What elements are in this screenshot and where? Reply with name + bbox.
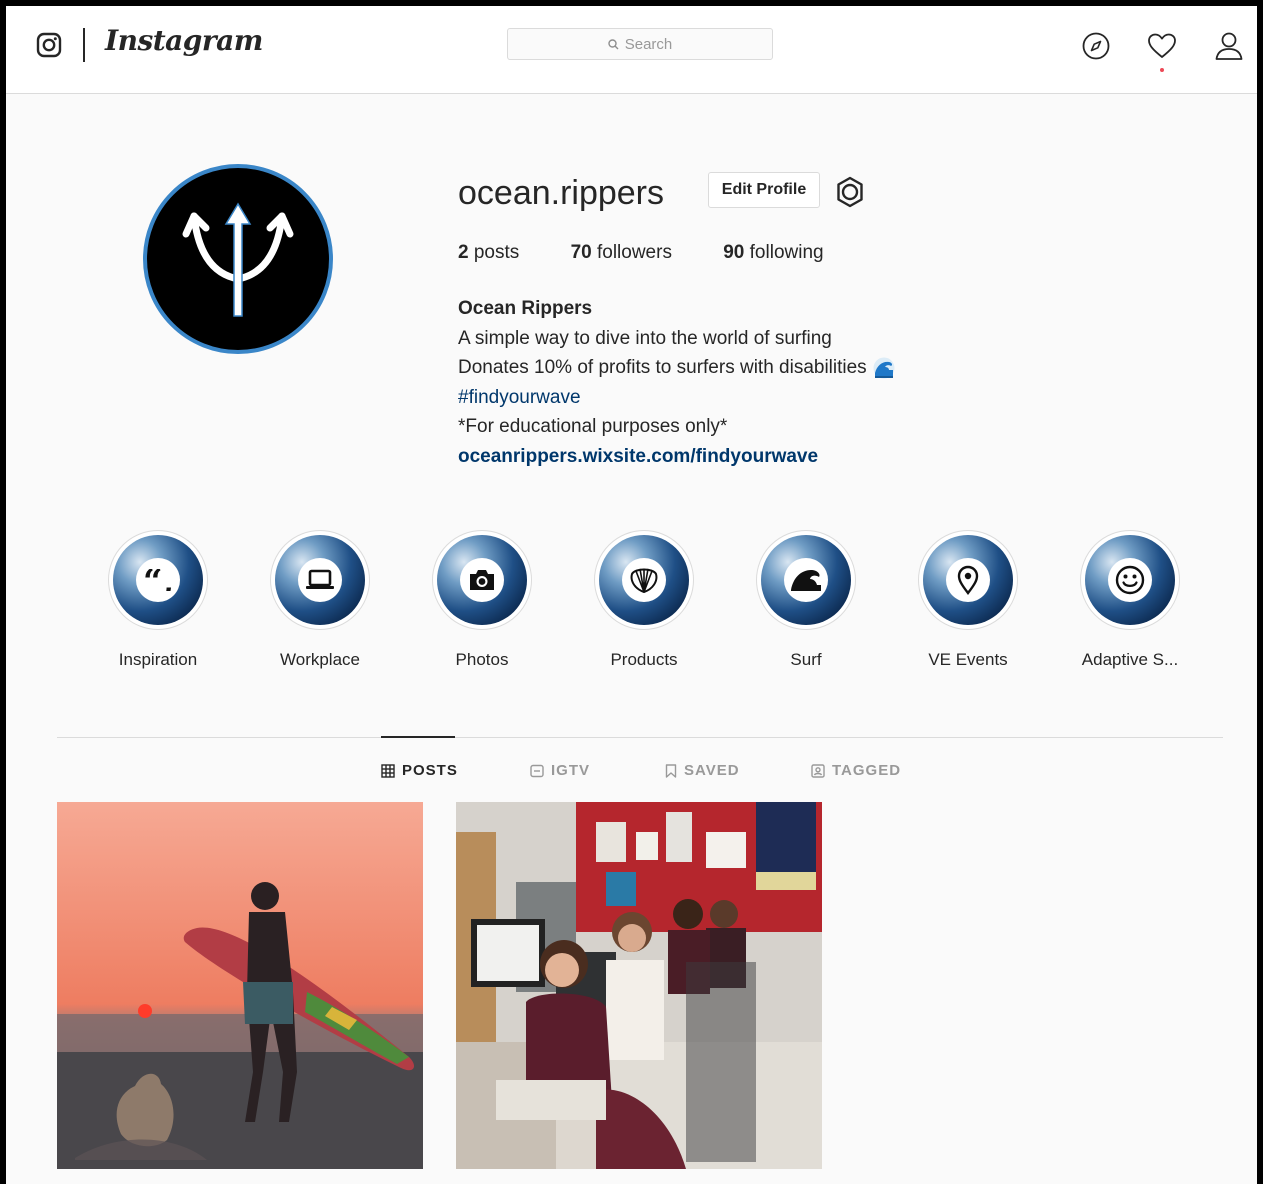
user-icon[interactable] — [1214, 31, 1244, 61]
highlight-label: Surf — [790, 650, 822, 669]
bio-line-2: Donates 10% of profits to surfers with d… — [458, 357, 867, 379]
camera-icon[interactable] — [36, 32, 62, 58]
bio-hashtag[interactable]: #findyourwave — [458, 383, 895, 413]
highlight-cover — [923, 535, 1013, 625]
svg-text:“„: “„ — [143, 569, 173, 591]
highlight-cover — [275, 535, 365, 625]
laptop-icon — [298, 558, 342, 602]
tab-label: SAVED — [684, 762, 740, 779]
tab-saved[interactable]: SAVED — [665, 762, 740, 779]
posts-stat: 2 posts — [458, 242, 519, 264]
compass-icon[interactable] — [1081, 31, 1111, 61]
highlight-label: Adaptive S... — [1081, 650, 1179, 669]
search-placeholder: Search — [624, 35, 673, 53]
tab-posts[interactable]: POSTS — [381, 762, 458, 779]
followers-stat[interactable]: 70 followers — [571, 242, 672, 264]
profile-full-name: Ocean Rippers — [458, 298, 593, 319]
highlight-label: Inspiration — [118, 650, 198, 669]
highlight-workplace[interactable]: Workplace — [260, 530, 380, 670]
profile-username: ocean.rippers — [458, 174, 665, 212]
highlight-photos[interactable]: Photos — [422, 530, 542, 670]
highlight-ring — [756, 530, 856, 630]
quote-icon: “„ — [136, 558, 180, 602]
tab-label: IGTV — [551, 762, 591, 779]
notification-dot — [1160, 68, 1164, 72]
logo-divider — [83, 28, 85, 62]
heart-icon[interactable] — [1147, 31, 1177, 61]
highlight-ring — [1080, 530, 1180, 630]
highlight-ring — [918, 530, 1018, 630]
avatar[interactable] — [143, 164, 333, 354]
top-nav: Instagram Search — [6, 6, 1257, 94]
wave-icon — [784, 558, 828, 602]
camera-icon — [460, 558, 504, 602]
posts-label: posts — [468, 242, 520, 263]
app-window: Instagram Search ocean.rippers Edit Prof… — [0, 0, 1263, 1184]
tabs-divider — [57, 737, 1223, 738]
highlight-label: Products — [610, 650, 678, 669]
tv-icon — [530, 764, 544, 777]
grid-icon — [381, 763, 395, 778]
highlight-ring — [270, 530, 370, 630]
posts-count: 2 — [458, 242, 469, 263]
followers-label: followers — [591, 242, 672, 263]
highlight-label: Photos — [455, 650, 509, 669]
smiley-icon — [1108, 558, 1152, 602]
highlight-inspiration[interactable]: “„ Inspiration — [98, 530, 218, 670]
location-pin-icon — [946, 558, 990, 602]
instagram-logo[interactable]: Instagram — [105, 24, 263, 57]
highlight-products[interactable]: Products — [584, 530, 704, 670]
highlight-cover — [437, 535, 527, 625]
profile-bio: Ocean Rippers A simple way to dive into … — [458, 294, 895, 472]
highlight-surf[interactable]: Surf — [746, 530, 866, 670]
surfer-sunset-photo — [57, 802, 423, 1169]
bookmark-icon — [665, 763, 677, 778]
shell-icon — [622, 558, 666, 602]
highlight-label: Workplace — [280, 650, 360, 669]
bio-line-2-wrap: Donates 10% of profits to surfers with d… — [458, 353, 895, 383]
profile-stats: 2 posts 70 followers 90 following — [458, 242, 870, 264]
gear-icon[interactable] — [833, 175, 867, 209]
edit-profile-button[interactable]: Edit Profile — [708, 172, 820, 208]
tab-label: TAGGED — [832, 762, 902, 779]
highlight-cover — [761, 535, 851, 625]
highlight-adaptive-surfing[interactable]: Adaptive S... — [1070, 530, 1190, 670]
highlight-ring — [594, 530, 694, 630]
post-thumbnail[interactable] — [57, 802, 423, 1169]
active-tab-indicator — [381, 736, 455, 738]
classroom-group-photo — [456, 802, 822, 1169]
post-thumbnail[interactable] — [456, 802, 822, 1169]
highlight-cover: “„ — [113, 535, 203, 625]
following-stat[interactable]: 90 following — [723, 242, 823, 264]
bio-website-link[interactable]: oceanrippers.wixsite.com/findyourwave — [458, 442, 895, 472]
trident-icon — [182, 202, 294, 317]
tab-igtv[interactable]: IGTV — [530, 762, 590, 779]
tab-tagged[interactable]: TAGGED — [811, 762, 901, 779]
highlight-ve-events[interactable]: VE Events — [908, 530, 1028, 670]
tab-label: POSTS — [402, 762, 458, 779]
followers-count: 70 — [570, 242, 592, 263]
highlight-cover — [599, 535, 689, 625]
highlight-label: VE Events — [928, 650, 1008, 669]
tag-icon — [811, 763, 825, 778]
search-input[interactable]: Search — [507, 28, 773, 60]
bio-line-1: A simple way to dive into the world of s… — [458, 327, 832, 349]
bio-line-4: *For educational purposes only* — [458, 416, 728, 438]
highlight-cover — [1085, 535, 1175, 625]
wave-emoji-icon — [873, 357, 895, 379]
highlight-ring: “„ — [108, 530, 208, 630]
following-label: following — [744, 242, 824, 263]
following-count: 90 — [723, 242, 745, 263]
highlight-ring — [432, 530, 532, 630]
search-icon — [608, 38, 619, 49]
